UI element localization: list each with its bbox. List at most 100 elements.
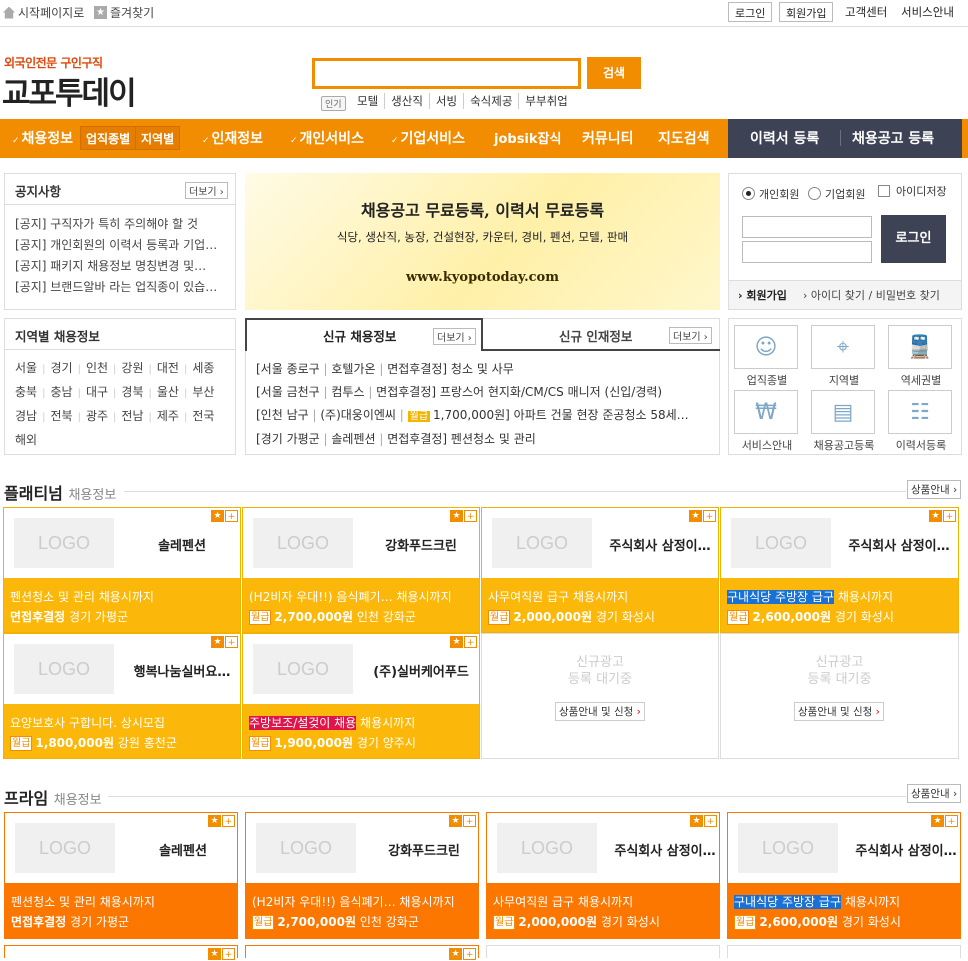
prime-job-card[interactable]: ★ + [245,945,479,960]
add-plus-icon[interactable]: + [225,636,238,648]
quick-menu-item[interactable]: 🚆 역세권별 [888,325,954,388]
platinum-job-card[interactable]: LOGO 강화푸드크린 ★ + (H2비자 우대!!) 음식폐기… 채용시까지 월급 2,7… [242,507,480,633]
user-id-input[interactable] [742,216,872,238]
favorite-star-icon[interactable]: ★ [211,510,224,522]
favorite-star-icon[interactable]: ★ [449,815,462,827]
nav-resume-register[interactable]: 이력서 등록 [750,128,819,148]
add-plus-icon[interactable]: + [222,815,235,827]
home-link[interactable]: 시작페이지로 [3,4,84,21]
favorite-star-icon[interactable]: ★ [449,948,462,960]
region-link[interactable]: 광주 [86,409,108,423]
favorite-star-icon[interactable]: ★ [450,636,463,648]
region-link[interactable]: 전남 [121,409,143,423]
new-jobs-more-button[interactable]: 더보기 [433,328,476,345]
region-link[interactable]: 충남 [50,385,72,399]
prime-job-card[interactable]: LOGO 솔레펜션 ★ + 펜션청소 및 관리 채용시까지 면접후결정 경기 가평군 [4,812,238,939]
save-id-checkbox[interactable] [878,185,890,197]
nav-job-register[interactable]: 채용공고 등록 [852,128,934,148]
login-link[interactable]: 로그인 [728,2,773,22]
nav-by-region[interactable]: 지역별 [135,126,181,150]
platinum-job-card[interactable]: LOGO (주)실버케어푸드 ★ + 주방보조/설겆이 채용 채용시까지 월급 1,900,… [242,633,480,759]
new-job-item[interactable]: [경기 가평군 | 솔레펜션 | 면접후결정] 펜션청소 및 관리 [256,428,711,451]
notice-item[interactable]: [공지] 개인회원의 이력서 등록과 기업… [15,235,227,256]
add-plus-icon[interactable]: + [463,815,476,827]
personal-radio[interactable] [742,187,755,200]
favorite-star-icon[interactable]: ★ [211,636,224,648]
add-plus-icon[interactable]: + [463,948,476,960]
favorite-star-icon[interactable]: ★ [690,815,703,827]
prime-job-card[interactable]: LOGO 주식회사 삼정이… ★ + 구내식당 주방장 급구 채용시까지 월급 2,600,… [727,812,961,939]
region-link[interactable]: 충북 [15,385,37,399]
prime-guide-button[interactable]: 상품안내 › [907,784,962,803]
popular-keyword[interactable]: 생산직 [385,93,430,109]
platinum-job-card[interactable]: LOGO 행복나눔실버요… ★ + 요양보호사 구합니다. 상시모집 월급 1,800,00… [3,633,241,759]
add-plus-icon[interactable]: + [943,510,956,522]
add-plus-icon[interactable]: + [222,948,235,960]
favorite-star-icon[interactable]: ★ [689,510,702,522]
notice-item[interactable]: [공지] 구직자가 특히 주의해야 할 것 [15,214,227,235]
region-link[interactable]: 강원 [121,361,143,375]
nav-jobs[interactable]: 채용정보 [12,128,74,148]
login-button[interactable]: 로그인 [881,215,946,263]
favorite-star-icon[interactable]: ★ [450,510,463,522]
favorite-star-icon[interactable]: ★ [208,948,221,960]
region-link[interactable]: 대전 [157,361,179,375]
prime-job-card[interactable] [486,945,720,958]
platinum-job-card[interactable]: LOGO 주식회사 삼정이… ★ + 사무여직원 급구 채용시까지 월급 2,000,000… [481,507,719,633]
nav-jobsik[interactable]: jobsik잡식 [494,128,561,147]
find-account-link[interactable]: › 아이디 찾기 / 비밀번호 찾기 [803,287,940,303]
platinum-job-card[interactable]: LOGO 솔레펜션 ★ + 펜션청소 및 관리 채용시까지 면접후결정 경기 가평군 [3,507,241,633]
popular-keyword[interactable]: 부부취업 [519,93,573,109]
region-link[interactable]: 해외 [15,433,37,447]
add-plus-icon[interactable]: + [464,510,477,522]
site-logo[interactable]: 교포투데이 [2,68,137,113]
favorite-star-icon[interactable]: ★ [929,510,942,522]
signup-link[interactable]: 회원가입 [779,2,834,22]
region-link[interactable]: 경남 [15,409,37,423]
search-button[interactable]: 검색 [587,57,641,89]
corporate-radio[interactable] [808,187,821,200]
quick-menu-item[interactable]: ▤ 채용공고등록 [811,390,877,453]
add-plus-icon[interactable]: + [464,636,477,648]
search-input[interactable] [312,58,581,89]
prime-job-card[interactable]: ★ + [4,945,238,960]
prime-job-card[interactable] [727,945,961,958]
region-link[interactable]: 제주 [157,409,179,423]
nav-corporate[interactable]: 기업서비스 [391,128,465,148]
notice-more-button[interactable]: 더보기 [185,182,228,199]
prime-job-card[interactable]: LOGO 강화푸드크린 ★ + (H2비자 우대!!) 음식폐기… 채용시까지 월급 2,7… [245,812,479,939]
nav-by-type[interactable]: 업직종별 [80,126,137,150]
region-link[interactable]: 경기 [50,361,72,375]
add-plus-icon[interactable]: + [703,510,716,522]
region-link[interactable]: 전국 [192,409,214,423]
join-link[interactable]: › 회원가입 [738,287,787,303]
service-guide-link[interactable]: 서비스안내 [901,4,954,20]
popular-keyword[interactable]: 숙식제공 [464,93,520,109]
region-link[interactable]: 인천 [86,361,108,375]
popular-keyword[interactable]: 모텔 [357,93,386,109]
quick-menu-item[interactable]: ☺ 업직종별 [734,325,800,388]
favorites-link[interactable]: ★ 즐겨찾기 [94,4,154,21]
notice-item[interactable]: [공지] 브랜드알바 라는 업직종이 있습… [15,277,227,298]
add-plus-icon[interactable]: + [704,815,717,827]
add-plus-icon[interactable]: + [945,815,958,827]
region-link[interactable]: 대구 [86,385,108,399]
customer-center-link[interactable]: 고객센터 [845,4,887,20]
nav-community[interactable]: 커뮤니티 [582,128,634,148]
popular-keyword[interactable]: 서빙 [430,93,465,109]
add-plus-icon[interactable]: + [225,510,238,522]
region-link[interactable]: 서울 [15,361,37,375]
product-apply-button[interactable]: 상품안내 및 신청 [555,702,645,721]
password-input[interactable] [742,241,872,263]
region-link[interactable]: 부산 [192,385,214,399]
new-job-item[interactable]: [인천 남구 | (주)대웅이엔씨 | 월급 1,700,000원] 아파트 건물… [256,404,711,428]
tab-new-talent[interactable]: 신규 인재정보 [559,326,632,345]
new-job-item[interactable]: [서울 종로구 | 호텔가온 | 면접후결정] 청소 및 사무 [256,358,711,381]
region-link[interactable]: 전북 [50,409,72,423]
favorite-star-icon[interactable]: ★ [208,815,221,827]
region-link[interactable]: 경북 [121,385,143,399]
nav-talent[interactable]: 인재정보 [202,128,264,148]
new-job-item[interactable]: [서울 금천구 | 컴투스 | 면접후결정] 프랑스어 현지화/CM/CS 매니… [256,381,711,404]
region-link[interactable]: 세종 [192,361,214,375]
platinum-job-card[interactable]: LOGO 주식회사 삼정이… ★ + 구내식당 주방장 급구 채용시까지 월급 2,600,… [720,507,959,633]
